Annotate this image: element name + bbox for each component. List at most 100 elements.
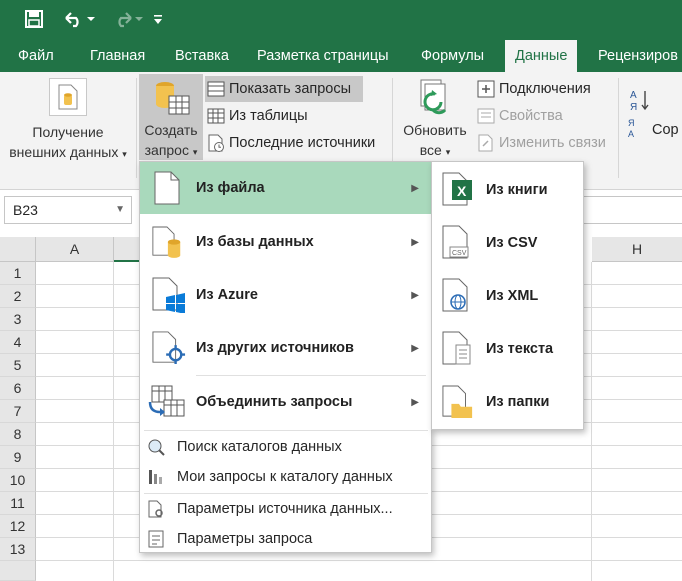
- properties-label: Свойства: [499, 108, 563, 124]
- row-header[interactable]: 11: [0, 492, 36, 515]
- menu-item-from-workbook[interactable]: X Из книги: [432, 164, 583, 216]
- connections-label: Подключения: [499, 81, 591, 97]
- file-icon: [152, 170, 182, 206]
- tab-data[interactable]: Данные: [505, 40, 578, 72]
- show-queries-icon: [205, 81, 227, 97]
- chevron-down-icon[interactable]: ▼: [115, 197, 125, 223]
- menu-item-label: Из папки: [486, 394, 550, 410]
- save-icon[interactable]: [22, 8, 46, 30]
- ribbon-separator: [136, 78, 137, 178]
- menu-item-from-other-sources[interactable]: Из других источников ▶: [140, 322, 431, 374]
- grid-line: [591, 262, 592, 581]
- sort-button[interactable]: ЯА Сор: [628, 117, 679, 143]
- database-icon: [152, 224, 182, 260]
- svg-text:X: X: [457, 183, 467, 199]
- ribbon-separator: [618, 78, 619, 178]
- row-header[interactable]: 5: [0, 354, 36, 377]
- svg-text:Я: Я: [628, 118, 635, 128]
- recent-sources-icon: [205, 134, 227, 152]
- edit-links-button[interactable]: Изменить связи: [475, 130, 606, 156]
- refresh-all-button[interactable]: Обновить все ▾: [396, 74, 474, 160]
- name-box[interactable]: B23 ▼: [4, 196, 132, 224]
- new-query-button[interactable]: Создать запрос ▾: [139, 74, 203, 160]
- tab-insert[interactable]: Вставка: [175, 40, 229, 72]
- row-header[interactable]: 1: [0, 262, 36, 285]
- grid-line: [36, 560, 682, 561]
- grid-line: [113, 262, 114, 581]
- connections-button[interactable]: Подключения: [475, 76, 591, 102]
- menu-item-from-csv[interactable]: CSV Из CSV: [432, 217, 583, 269]
- svg-text:А: А: [628, 129, 634, 139]
- menu-item-label: Поиск каталогов данных: [177, 439, 342, 455]
- svg-text:Я: Я: [630, 102, 637, 112]
- xml-file-icon: [442, 278, 474, 314]
- undo-icon[interactable]: [58, 8, 98, 30]
- row-header[interactable]: 9: [0, 446, 36, 469]
- sort-label: Сор: [652, 122, 679, 138]
- menu-item-query-options[interactable]: Параметры запроса: [140, 524, 431, 554]
- menu-item-from-xml[interactable]: Из XML: [432, 270, 583, 322]
- menu-item-from-text[interactable]: Из текста: [432, 323, 583, 375]
- menu-item-from-folder[interactable]: Из папки: [432, 376, 583, 428]
- from-table-label: Из таблицы: [229, 108, 308, 124]
- row-header[interactable]: 12: [0, 515, 36, 538]
- recent-sources-button[interactable]: Последние источники: [205, 130, 375, 156]
- customize-qat-icon[interactable]: [150, 8, 166, 30]
- azure-icon: [152, 277, 186, 313]
- dropdown-arrow-icon: ▾: [192, 147, 198, 157]
- get-external-data-button[interactable]: Получение внешних данных ▾: [2, 72, 134, 162]
- get-external-data-line2: внешних данных: [9, 144, 119, 160]
- menu-item-search-data-catalog[interactable]: Поиск каталогов данных: [140, 432, 431, 462]
- tab-home[interactable]: Главная: [90, 40, 145, 72]
- show-queries-button[interactable]: Показать запросы: [205, 76, 363, 102]
- menu-item-label: Из файла: [196, 180, 265, 196]
- chevron-right-icon: ▶: [411, 289, 419, 301]
- menu-item-from-database[interactable]: Из базы данных ▶: [140, 216, 431, 268]
- chevron-right-icon: ▶: [411, 342, 419, 354]
- row-header[interactable]: 3: [0, 308, 36, 331]
- external-data-icon: [49, 78, 87, 116]
- row-header[interactable]: 13: [0, 538, 36, 561]
- properties-button[interactable]: Свойства: [475, 103, 563, 129]
- row-header[interactable]: 6: [0, 377, 36, 400]
- new-query-menu: Из файла ▶ Из базы данных ▶ Из Azure ▶ И…: [139, 161, 432, 553]
- row-header[interactable]: 8: [0, 423, 36, 446]
- tab-review[interactable]: Рецензиров: [598, 40, 678, 72]
- edit-links-icon: [475, 134, 497, 152]
- other-sources-icon: [152, 330, 186, 366]
- row-header[interactable]: [0, 561, 36, 581]
- menu-item-label: Параметры запроса: [177, 531, 313, 547]
- tab-file[interactable]: Файл: [18, 40, 54, 72]
- menu-item-label: Объединить запросы: [196, 394, 353, 410]
- query-options-icon: [146, 529, 166, 549]
- menu-item-from-file[interactable]: Из файла ▶: [140, 162, 431, 214]
- refresh-all-line1: Обновить: [403, 122, 467, 138]
- menu-item-label: Из книги: [486, 182, 548, 198]
- menu-item-label: Мои запросы к каталогу данных: [177, 469, 393, 485]
- tab-formulas[interactable]: Формулы: [421, 40, 484, 72]
- menu-item-from-azure[interactable]: Из Azure ▶: [140, 269, 431, 321]
- chevron-right-icon: ▶: [411, 236, 419, 248]
- redo-icon[interactable]: [106, 8, 146, 30]
- menu-item-data-source-settings[interactable]: Параметры источника данных...: [140, 494, 431, 524]
- select-all-corner[interactable]: [0, 237, 36, 262]
- show-queries-label: Показать запросы: [229, 81, 352, 97]
- row-header[interactable]: 7: [0, 400, 36, 423]
- row-header[interactable]: 2: [0, 285, 36, 308]
- row-header[interactable]: 4: [0, 331, 36, 354]
- new-query-line2: запрос: [144, 142, 189, 158]
- tab-page-layout[interactable]: Разметка страницы: [257, 40, 389, 72]
- new-query-line1: Создать: [144, 122, 198, 138]
- sort-az-icon[interactable]: АЯ: [630, 88, 652, 115]
- menu-item-label: Параметры источника данных...: [177, 501, 393, 517]
- column-header-a[interactable]: A: [36, 237, 114, 262]
- properties-icon: [475, 108, 497, 124]
- folder-icon: [442, 384, 474, 420]
- menu-item-my-catalog-queries[interactable]: Мои запросы к каталогу данных: [140, 462, 431, 492]
- combine-queries-icon: [148, 384, 188, 420]
- row-header[interactable]: 10: [0, 469, 36, 492]
- menu-item-combine-queries[interactable]: Объединить запросы ▶: [140, 376, 431, 428]
- column-header-h[interactable]: H: [592, 237, 682, 262]
- from-table-button[interactable]: Из таблицы: [205, 103, 308, 129]
- search-catalog-icon: [146, 437, 166, 457]
